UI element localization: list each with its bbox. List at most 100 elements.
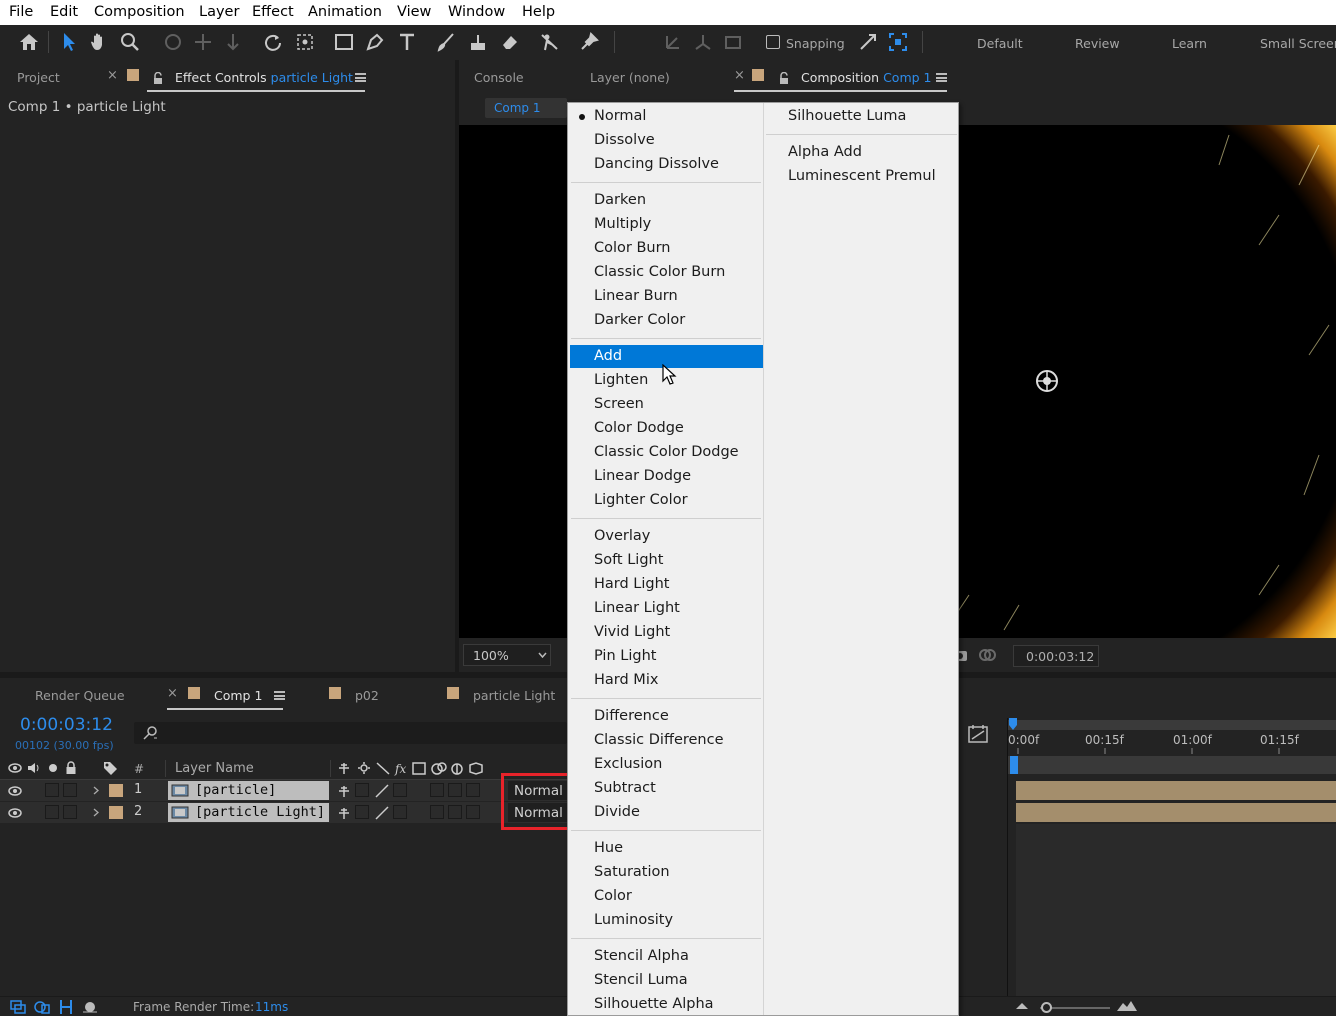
menu-item-normal[interactable]: Normal bbox=[570, 105, 763, 128]
column-layer-name[interactable]: Layer Name bbox=[175, 761, 254, 776]
menu-item-color[interactable]: Color bbox=[570, 885, 763, 908]
menu-item-hard-light[interactable]: Hard Light bbox=[570, 573, 763, 596]
menu-item-hue[interactable]: Hue bbox=[570, 837, 763, 860]
axis-local-icon[interactable] bbox=[660, 29, 686, 55]
close-icon[interactable]: × bbox=[107, 68, 118, 83]
zoom-out-icon[interactable] bbox=[1015, 1002, 1029, 1010]
zoom-dropdown[interactable]: 100% bbox=[463, 644, 551, 666]
switch-cell[interactable] bbox=[466, 805, 480, 819]
menu-item-difference[interactable]: Difference bbox=[570, 705, 763, 728]
zoom-tool-icon[interactable] bbox=[117, 29, 143, 55]
menu-layer[interactable]: Layer bbox=[199, 4, 239, 20]
menu-item-classic-difference[interactable]: Classic Difference bbox=[570, 729, 763, 752]
menu-item-darker-color[interactable]: Darker Color bbox=[570, 309, 763, 332]
layer-bar[interactable] bbox=[1016, 803, 1336, 822]
hand-tool-icon[interactable] bbox=[86, 29, 112, 55]
menu-item-pin-light[interactable]: Pin Light bbox=[570, 645, 763, 668]
menu-item-multiply[interactable]: Multiply bbox=[570, 213, 763, 236]
snap-edges-icon[interactable] bbox=[855, 29, 881, 55]
solo-toggle[interactable] bbox=[45, 805, 59, 819]
tab-console[interactable]: Console bbox=[474, 70, 524, 85]
lock-icon[interactable] bbox=[65, 761, 77, 774]
eye-icon[interactable] bbox=[8, 786, 22, 796]
lock-toggle[interactable] bbox=[63, 783, 77, 797]
menu-item-classic-color-dodge[interactable]: Classic Color Dodge bbox=[570, 441, 763, 464]
comp-flowchart-icon[interactable] bbox=[968, 724, 990, 744]
menu-edit[interactable]: Edit bbox=[50, 4, 78, 20]
axis-world-icon[interactable] bbox=[690, 29, 716, 55]
panel-menu-icon[interactable] bbox=[274, 691, 285, 700]
menu-item-soft-light[interactable]: Soft Light bbox=[570, 549, 763, 572]
quality-switch-icon[interactable] bbox=[374, 805, 390, 821]
timeline-search-input[interactable] bbox=[134, 722, 567, 744]
switch-cell[interactable] bbox=[448, 783, 462, 797]
menu-item-dancing-dissolve[interactable]: Dancing Dissolve bbox=[570, 153, 763, 176]
tab-layer[interactable]: Layer (none) bbox=[590, 70, 670, 85]
panel-menu-icon[interactable] bbox=[936, 73, 947, 82]
menu-item-stencil-luma[interactable]: Stencil Luma bbox=[570, 969, 763, 992]
layer-bar[interactable] bbox=[1016, 781, 1336, 800]
switch-cell[interactable] bbox=[448, 805, 462, 819]
menu-item-color-dodge[interactable]: Color Dodge bbox=[570, 417, 763, 440]
rectangle-tool-icon[interactable] bbox=[331, 29, 357, 55]
label-tag-icon[interactable] bbox=[103, 761, 118, 775]
menu-item-classic-color-burn[interactable]: Classic Color Burn bbox=[570, 261, 763, 284]
menu-item-overlay[interactable]: Overlay bbox=[570, 525, 763, 548]
timeline-empty-area[interactable] bbox=[1016, 824, 1336, 996]
workspace-learn[interactable]: Learn bbox=[1172, 36, 1207, 51]
menu-item-linear-light[interactable]: Linear Light bbox=[570, 597, 763, 620]
pen-tool-icon[interactable] bbox=[362, 29, 388, 55]
zoom-slider-thumb[interactable] bbox=[1041, 1002, 1052, 1013]
type-tool-icon[interactable] bbox=[394, 29, 420, 55]
menu-item-divide[interactable]: Divide bbox=[570, 801, 763, 824]
brush-tool-icon[interactable] bbox=[433, 29, 459, 55]
anchor-point-tool-icon[interactable] bbox=[292, 29, 318, 55]
layer-switches-icon[interactable] bbox=[10, 1000, 26, 1014]
audio-icon[interactable] bbox=[27, 762, 41, 774]
switch-cell[interactable] bbox=[466, 783, 480, 797]
puppet-pin-tool-icon[interactable] bbox=[576, 29, 602, 55]
workspace-review[interactable]: Review bbox=[1075, 36, 1120, 51]
workspace-small-screen[interactable]: Small Screen bbox=[1260, 36, 1336, 51]
tab-render-queue[interactable]: Render Queue bbox=[35, 688, 125, 703]
clone-stamp-tool-icon[interactable] bbox=[465, 29, 491, 55]
menu-window[interactable]: Window bbox=[448, 4, 505, 20]
work-area-bar[interactable] bbox=[1008, 720, 1336, 730]
switch-cell[interactable] bbox=[430, 805, 444, 819]
current-time-indicator[interactable] bbox=[1010, 756, 1018, 774]
layer-name-field[interactable]: [particle Light] bbox=[168, 803, 329, 822]
close-icon[interactable]: × bbox=[167, 686, 178, 701]
panel-menu-icon[interactable] bbox=[355, 73, 366, 82]
lock-toggle[interactable] bbox=[63, 805, 77, 819]
chevron-right-icon[interactable] bbox=[93, 808, 99, 817]
eraser-tool-icon[interactable] bbox=[497, 29, 523, 55]
axis-view-icon[interactable] bbox=[720, 29, 746, 55]
roto-brush-tool-icon[interactable] bbox=[537, 29, 563, 55]
menu-item-color-burn[interactable]: Color Burn bbox=[570, 237, 763, 260]
tab-particle-light[interactable]: particle Light bbox=[473, 688, 555, 703]
menu-item-saturation[interactable]: Saturation bbox=[570, 861, 763, 884]
orbit-camera-icon[interactable] bbox=[160, 29, 186, 55]
time-navigator[interactable] bbox=[1008, 756, 1336, 774]
show-snapshot-icon[interactable] bbox=[978, 647, 996, 663]
chevron-right-icon[interactable] bbox=[93, 786, 99, 795]
home-icon[interactable] bbox=[16, 29, 42, 55]
menu-effect[interactable]: Effect bbox=[252, 4, 294, 20]
eye-icon[interactable] bbox=[8, 808, 22, 818]
menu-item-stencil-alpha[interactable]: Stencil Alpha bbox=[570, 945, 763, 968]
transfer-controls-icon[interactable] bbox=[34, 1000, 50, 1014]
lock-icon[interactable] bbox=[779, 69, 789, 84]
menu-item-hard-mix[interactable]: Hard Mix bbox=[570, 669, 763, 692]
menu-item-luminosity[interactable]: Luminosity bbox=[570, 909, 763, 932]
work-area-start-handle[interactable] bbox=[1008, 718, 1018, 730]
menu-item-silhouette-alpha[interactable]: Silhouette Alpha bbox=[570, 993, 763, 1016]
flow-tab[interactable]: Comp 1 bbox=[485, 98, 567, 118]
menu-item-subtract[interactable]: Subtract bbox=[570, 777, 763, 800]
menu-view[interactable]: View bbox=[397, 4, 431, 20]
layer-name-field[interactable]: [particle] bbox=[168, 781, 329, 800]
dolly-camera-icon[interactable] bbox=[220, 29, 246, 55]
solo-toggle[interactable] bbox=[45, 783, 59, 797]
tab-composition[interactable]: Composition Comp 1 bbox=[801, 70, 931, 85]
current-time-display[interactable]: 0:00:03:12 bbox=[1013, 645, 1099, 667]
menu-item-darken[interactable]: Darken bbox=[570, 189, 763, 212]
